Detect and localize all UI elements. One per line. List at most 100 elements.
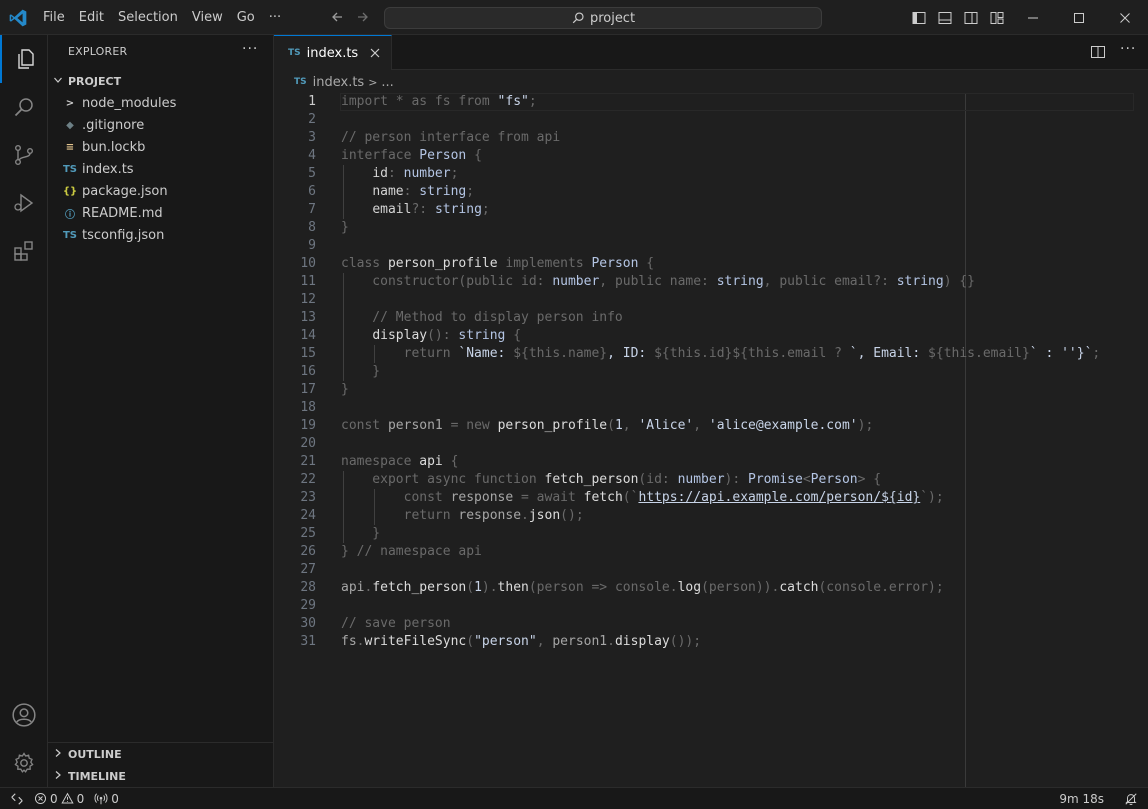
code-token: (` — [622, 490, 639, 505]
line-number: 25 — [300, 526, 316, 541]
code-token: , public email?: — [763, 274, 897, 289]
minimize-icon[interactable] — [1010, 0, 1056, 35]
line-number: 8 — [308, 220, 316, 235]
forward-arrow-icon[interactable] — [354, 9, 372, 27]
code-token: `, Email: — [849, 346, 929, 361]
line-number: 9 — [308, 238, 316, 253]
tab-index-ts[interactable]: TS index.ts — [274, 35, 392, 70]
line-code: interface Person { — [341, 147, 482, 165]
outline-label: OUTLINE — [68, 747, 122, 761]
activity-bar — [0, 35, 48, 787]
run-and-debug-icon[interactable] — [0, 179, 48, 227]
breadcrumb-symbols[interactable]: ... — [381, 75, 393, 90]
menu-item-edit[interactable]: Edit — [72, 0, 111, 35]
outline-section-header[interactable]: OUTLINE — [48, 743, 273, 765]
menu-item-selection[interactable]: Selection — [111, 0, 185, 35]
menu-item-view[interactable]: View — [185, 0, 230, 35]
line-number: 13 — [300, 310, 316, 325]
code-token: then — [497, 580, 529, 595]
extensions-icon[interactable] — [0, 227, 48, 275]
code-token: fetch — [583, 490, 623, 505]
code-token: email — [372, 202, 412, 217]
problems-indicator[interactable]: 0 0 — [34, 792, 84, 806]
file-tree-item[interactable]: TS tsconfig.json — [48, 224, 273, 246]
editor-more-actions-icon[interactable]: ··· — [1120, 41, 1136, 57]
code-token: api — [419, 454, 443, 469]
ports-indicator[interactable]: 0 — [94, 792, 119, 806]
file-tree-item[interactable]: TS index.ts — [48, 158, 273, 180]
vscode-logo-icon[interactable] — [8, 8, 28, 28]
file-tree-item[interactable]: {} package.json — [48, 180, 273, 202]
code-token: class — [341, 256, 388, 271]
toggle-secondary-sidebar-icon[interactable] — [958, 8, 984, 28]
line-code: class person_profile implements Person { — [341, 255, 654, 273]
notifications-muted-icon[interactable] — [1124, 792, 1138, 806]
menu-item-more[interactable]: ··· — [262, 0, 288, 35]
toggle-primary-sidebar-icon[interactable] — [906, 8, 932, 28]
file-tree-item[interactable]: ⓘ README.md — [48, 202, 273, 224]
code-line: 5 id: number; — [274, 165, 1148, 183]
layout-controls — [906, 8, 1010, 28]
code-token: const — [341, 490, 451, 505]
explorer-icon[interactable] — [0, 35, 48, 83]
customize-layout-icon[interactable] — [984, 8, 1010, 28]
maximize-icon[interactable] — [1056, 0, 1102, 35]
line-number: 22 — [300, 472, 316, 487]
lock-file-icon: ≡ — [65, 141, 75, 153]
code-editor[interactable]: 1 import * as fs from "fs"; 2 3// person in… — [274, 93, 1148, 787]
explorer-title: EXPLORER — [68, 45, 128, 58]
search-icon — [572, 12, 584, 24]
close-window-icon[interactable] — [1102, 0, 1148, 35]
code-token: string — [434, 202, 482, 217]
code-line: 25 } — [274, 525, 1148, 543]
settings-gear-icon[interactable] — [0, 739, 48, 787]
breadcrumb-file[interactable]: index.ts — [313, 75, 365, 90]
line-code: // person interface from api — [341, 129, 560, 147]
project-folder-header[interactable]: PROJECT — [48, 70, 273, 92]
code-token: return — [341, 346, 459, 361]
code-token: , public name: — [599, 274, 717, 289]
code-token: ; — [1092, 346, 1101, 361]
back-arrow-icon[interactable] — [328, 9, 346, 27]
command-center-search[interactable]: project — [384, 7, 822, 29]
search-view-icon[interactable] — [0, 83, 48, 131]
explorer-sidebar: EXPLORER ··· PROJECT > node_modules ◆ .giti… — [48, 35, 274, 787]
code-token: ( — [466, 580, 475, 595]
close-tab-icon[interactable] — [367, 45, 383, 61]
line-number: 18 — [300, 400, 316, 415]
split-editor-icon[interactable] — [1090, 44, 1108, 62]
toggle-panel-icon[interactable] — [932, 8, 958, 28]
code-line: 18 — [274, 399, 1148, 417]
line-code: fs.writeFileSync("person", person1.displ… — [341, 633, 701, 651]
file-tree-item[interactable]: ≡ bun.lockb — [48, 136, 273, 158]
accounts-icon[interactable] — [0, 691, 48, 739]
line-number: 24 — [300, 508, 316, 523]
timeline-section-header[interactable]: TIMELINE — [48, 765, 273, 787]
code-token: ; — [481, 202, 490, 217]
explorer-more-actions-icon[interactable]: ··· — [242, 41, 258, 57]
broadcast-icon — [94, 792, 108, 804]
code-token: response — [458, 508, 522, 523]
typescript-icon: TS — [294, 77, 307, 87]
remote-indicator-icon[interactable] — [0, 788, 34, 809]
title-bar: File Edit Selection View Go ··· project — [0, 0, 1148, 35]
menu-item-file[interactable]: File — [36, 0, 72, 35]
code-line: 26} // namespace api — [274, 543, 1148, 561]
code-line: 12 — [274, 291, 1148, 309]
code-token: { — [638, 256, 655, 271]
file-tree-item[interactable]: ◆ .gitignore — [48, 114, 273, 136]
file-name: bun.lockb — [82, 139, 146, 155]
code-token: ; — [466, 184, 475, 199]
line-number: 20 — [300, 436, 316, 451]
line-code: api.fetch_person(1).then(person => conso… — [341, 579, 944, 597]
code-token: "person" — [474, 634, 537, 649]
line-code: const response = await fetch(`https://ap… — [341, 489, 944, 507]
code-line: 6 name: string; — [274, 183, 1148, 201]
code-token: < — [802, 472, 811, 487]
code-token: } — [341, 364, 381, 379]
menu-item-go[interactable]: Go — [230, 0, 262, 35]
source-control-icon[interactable] — [0, 131, 48, 179]
file-tree-item[interactable]: > node_modules — [48, 92, 273, 114]
session-timer[interactable]: 9m 18s — [1059, 792, 1104, 806]
